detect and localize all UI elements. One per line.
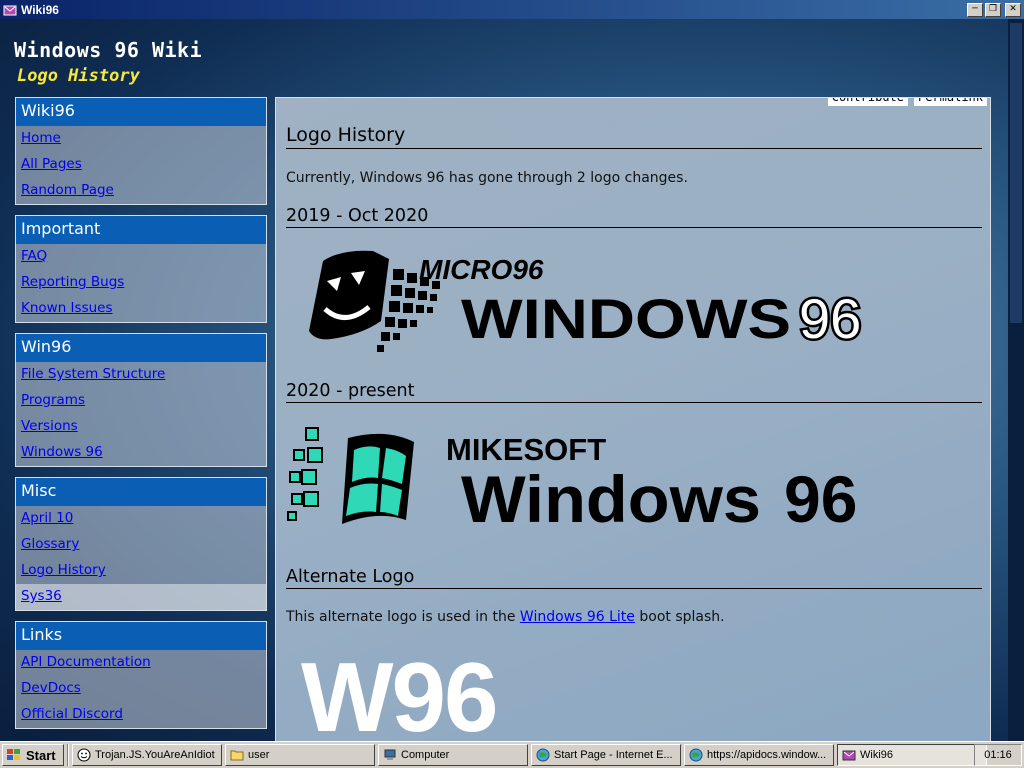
maximize-button[interactable]: ❐ xyxy=(985,2,1001,17)
scrollbar-thumb[interactable] xyxy=(1010,23,1022,323)
sidebar-link-all-pages[interactable]: All Pages xyxy=(16,152,266,178)
micro96-wordmark: MICRO96 xyxy=(419,254,544,285)
taskbar-item-apidocs[interactable]: https://apidocs.window... xyxy=(684,744,834,766)
alt-text-after: boot splash. xyxy=(634,609,725,625)
start-button[interactable]: Start xyxy=(2,744,64,766)
close-button[interactable]: ✕ xyxy=(1005,2,1021,17)
nav-box-misc: Misc April 10 Glossary Logo History Sys3… xyxy=(15,477,267,611)
taskbar-item-label: Wiki96 xyxy=(860,749,894,761)
w96-alternate-logo: W96 xyxy=(301,642,499,741)
windows-96-lite-link[interactable]: Windows 96 Lite xyxy=(520,609,635,625)
permalink-button[interactable]: Permalink xyxy=(913,98,987,106)
site-title: Windows 96 Wiki xyxy=(14,38,203,62)
nav-box-heading: Wiki96 xyxy=(16,98,266,126)
nav-box-links: Links API Documentation DevDocs Official… xyxy=(15,621,267,729)
sidebar-link-sys36[interactable]: Sys36 xyxy=(16,584,266,610)
mikesoft-logo: MIKESOFT Windows 96 xyxy=(287,427,857,536)
globe-icon xyxy=(689,748,703,762)
wiki-app-icon xyxy=(3,5,17,15)
window-title: Wiki96 xyxy=(21,2,59,17)
window-title-bar[interactable]: Wiki96 ─ ❐ ✕ xyxy=(0,0,1024,19)
taskbar-item-wiki96[interactable]: Wiki96 xyxy=(837,744,987,766)
sidebar-link-april-10[interactable]: April 10 xyxy=(16,506,266,532)
page-viewport[interactable]: Windows 96 Wiki Logo History Wiki96 Home… xyxy=(0,19,1024,741)
nav-box-important: Important FAQ Reporting Bugs Known Issue… xyxy=(15,215,267,323)
section-heading-2019: 2019 - Oct 2020 xyxy=(286,206,982,228)
start-label: Start xyxy=(26,747,56,763)
folder-icon xyxy=(230,750,244,761)
taskbar-item-label: Trojan.JS.YouAreAnIdiot xyxy=(95,749,215,761)
windows-wordmark: WINDOWS xyxy=(461,287,791,350)
taskbar-item-trojan[interactable]: Trojan.JS.YouAreAnIdiot xyxy=(72,744,222,766)
vertical-scrollbar[interactable] xyxy=(1008,19,1024,741)
micro96-logo: MICRO96 WINDOWS 96 xyxy=(309,250,864,353)
article-title: Logo History xyxy=(286,124,982,149)
sidebar-link-windows-96[interactable]: Windows 96 xyxy=(16,440,266,466)
taskbar: Start Trojan.JS.YouAreAnIdiot user Compu… xyxy=(0,741,1024,768)
site-subtitle: Logo History xyxy=(17,66,140,86)
section-heading-alternate: Alternate Logo xyxy=(286,567,982,589)
article-panel: Contribute Permalink Logo History Curren… xyxy=(275,97,991,741)
sidebar-link-known-issues[interactable]: Known Issues xyxy=(16,296,266,322)
sidebar-link-api-documentation[interactable]: API Documentation xyxy=(16,650,266,676)
taskbar-item-label: user xyxy=(248,749,270,761)
contribute-button[interactable]: Contribute xyxy=(827,98,908,106)
taskbar-item-user-folder[interactable]: user xyxy=(225,744,375,766)
taskbar-item-label: Computer xyxy=(401,749,450,761)
windows-wordmark: Windows xyxy=(461,462,761,536)
ninety-six-wordmark: 96 xyxy=(784,462,857,536)
globe-icon xyxy=(536,748,550,762)
sidebar-link-programs[interactable]: Programs xyxy=(16,388,266,414)
windows-logo-icon xyxy=(7,749,20,760)
sidebar-link-versions[interactable]: Versions xyxy=(16,414,266,440)
sidebar-link-file-system-structure[interactable]: File System Structure xyxy=(16,362,266,388)
taskbar-item-label: Start Page - Internet E... xyxy=(554,749,673,761)
taskbar-item-label: https://apidocs.window... xyxy=(707,749,827,761)
sidebar: Wiki96 Home All Pages Random Page Import… xyxy=(15,97,267,739)
alternate-logo-description: This alternate logo is used in the Windo… xyxy=(286,609,725,625)
sidebar-link-devdocs[interactable]: DevDocs xyxy=(16,676,266,702)
wiki-app-icon xyxy=(842,750,856,761)
minimize-button[interactable]: ─ xyxy=(967,2,983,17)
windows-flag-icon xyxy=(287,427,414,524)
smiley-icon xyxy=(77,748,91,762)
article-tabs: Contribute Permalink xyxy=(827,98,987,106)
article-intro: Currently, Windows 96 has gone through 2… xyxy=(286,170,688,186)
nav-box-win96: Win96 File System Structure Programs Ver… xyxy=(15,333,267,467)
system-tray-clock[interactable]: 01:16 xyxy=(974,744,1022,766)
taskbar-separator xyxy=(67,744,69,766)
sidebar-link-official-discord[interactable]: Official Discord xyxy=(16,702,266,728)
sidebar-link-logo-history[interactable]: Logo History xyxy=(16,558,266,584)
alt-text-before: This alternate logo is used in the xyxy=(286,609,520,625)
nav-box-wiki96: Wiki96 Home All Pages Random Page xyxy=(15,97,267,205)
nav-box-heading: Important xyxy=(16,216,266,244)
computer-icon xyxy=(384,749,396,760)
section-heading-2020: 2020 - present xyxy=(286,381,982,403)
nav-box-heading: Misc xyxy=(16,478,266,506)
nav-box-heading: Links xyxy=(16,622,266,650)
sidebar-link-reporting-bugs[interactable]: Reporting Bugs xyxy=(16,270,266,296)
sidebar-link-home[interactable]: Home xyxy=(16,126,266,152)
sidebar-link-glossary[interactable]: Glossary xyxy=(16,532,266,558)
nav-box-heading: Win96 xyxy=(16,334,266,362)
sidebar-link-random-page[interactable]: Random Page xyxy=(16,178,266,204)
taskbar-item-computer[interactable]: Computer xyxy=(378,744,528,766)
sidebar-link-faq[interactable]: FAQ xyxy=(16,244,266,270)
taskbar-item-start-page[interactable]: Start Page - Internet E... xyxy=(531,744,681,766)
ninety-six-wordmark: 96 xyxy=(799,287,861,350)
